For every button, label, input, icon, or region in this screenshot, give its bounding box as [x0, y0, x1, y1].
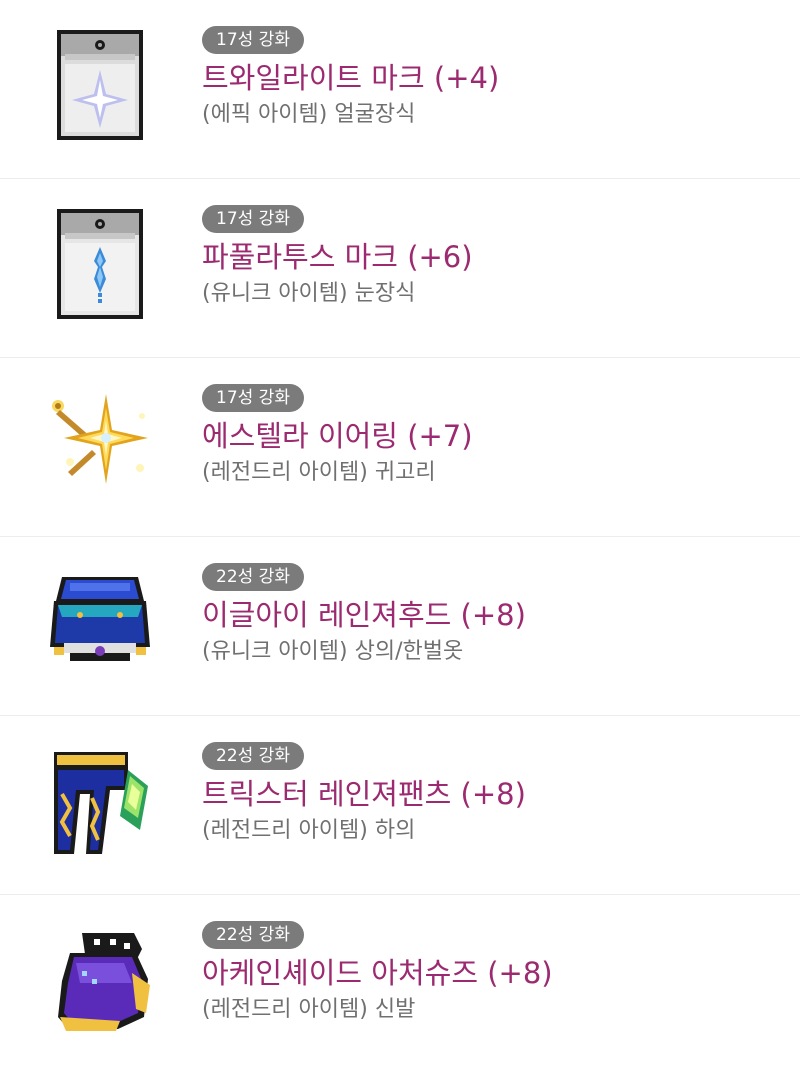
item-name[interactable]: 트릭스터 레인져팬츠 (+8)	[202, 776, 526, 812]
star-force-badge: 17성 강화	[202, 384, 304, 412]
trickster-ranger-pants-icon	[40, 734, 160, 874]
item-name[interactable]: 에스텔라 이어링 (+7)	[202, 418, 473, 454]
item-text: 22성 강화 트릭스터 레인져팬츠 (+8) (레전드리 아이템) 하의	[202, 742, 526, 846]
item-grade-type: (레전드리 아이템) 귀고리	[202, 460, 436, 485]
star-force-badge: 22성 강화	[202, 921, 304, 949]
item-grade-type: (유니크 아이템) 눈장식	[202, 281, 416, 306]
star-force-badge: 22성 강화	[202, 563, 304, 591]
equipment-list: 17성 강화 트와일라이트 마크 (+4) (에픽 아이템) 얼굴장식 17성	[0, 0, 800, 1069]
item-grade-type: (레전드리 아이템) 하의	[202, 818, 416, 843]
list-item[interactable]: 17성 강화 트와일라이트 마크 (+4) (에픽 아이템) 얼굴장식	[0, 0, 800, 179]
list-item[interactable]: 17성 강화 파풀라투스 마크 (+6) (유니크 아이템) 눈장식	[0, 179, 800, 358]
list-item[interactable]: 22성 강화 아케인셰이드 아처슈즈 (+8) (레전드리 아이템) 신발	[0, 895, 800, 1069]
item-grade-type: (레전드리 아이템) 신발	[202, 997, 416, 1022]
list-item[interactable]: 17성 강화 에스텔라 이어링 (+7) (레전드리 아이템) 귀고리	[0, 358, 800, 537]
list-item[interactable]: 22성 강화 이글아이 레인져후드 (+8) (유니크 아이템) 상의/한벌옷	[0, 537, 800, 716]
item-text: 22성 강화 이글아이 레인져후드 (+8) (유니크 아이템) 상의/한벌옷	[202, 563, 526, 667]
twilight-mark-icon	[40, 18, 160, 158]
estella-earring-icon	[40, 376, 160, 516]
item-grade-type: (유니크 아이템) 상의/한벌옷	[202, 639, 464, 664]
item-text: 17성 강화 트와일라이트 마크 (+4) (에픽 아이템) 얼굴장식	[202, 26, 499, 130]
item-text: 22성 강화 아케인셰이드 아처슈즈 (+8) (레전드리 아이템) 신발	[202, 921, 553, 1025]
item-text: 17성 강화 파풀라투스 마크 (+6) (유니크 아이템) 눈장식	[202, 205, 473, 309]
item-name[interactable]: 파풀라투스 마크 (+6)	[202, 239, 473, 275]
star-force-badge: 22성 강화	[202, 742, 304, 770]
papulatus-mark-icon	[40, 197, 160, 337]
star-force-badge: 17성 강화	[202, 205, 304, 233]
item-grade-type: (에픽 아이템) 얼굴장식	[202, 102, 416, 127]
list-item[interactable]: 22성 강화 트릭스터 레인져팬츠 (+8) (레전드리 아이템) 하의	[0, 716, 800, 895]
item-text: 17성 강화 에스텔라 이어링 (+7) (레전드리 아이템) 귀고리	[202, 384, 473, 488]
eagle-eye-ranger-hood-icon	[40, 555, 160, 695]
item-name[interactable]: 이글아이 레인져후드 (+8)	[202, 597, 526, 633]
item-name[interactable]: 트와일라이트 마크 (+4)	[202, 60, 499, 96]
star-force-badge: 17성 강화	[202, 26, 304, 54]
arcane-umbra-archer-shoes-icon	[40, 913, 160, 1053]
item-name[interactable]: 아케인셰이드 아처슈즈 (+8)	[202, 955, 553, 991]
